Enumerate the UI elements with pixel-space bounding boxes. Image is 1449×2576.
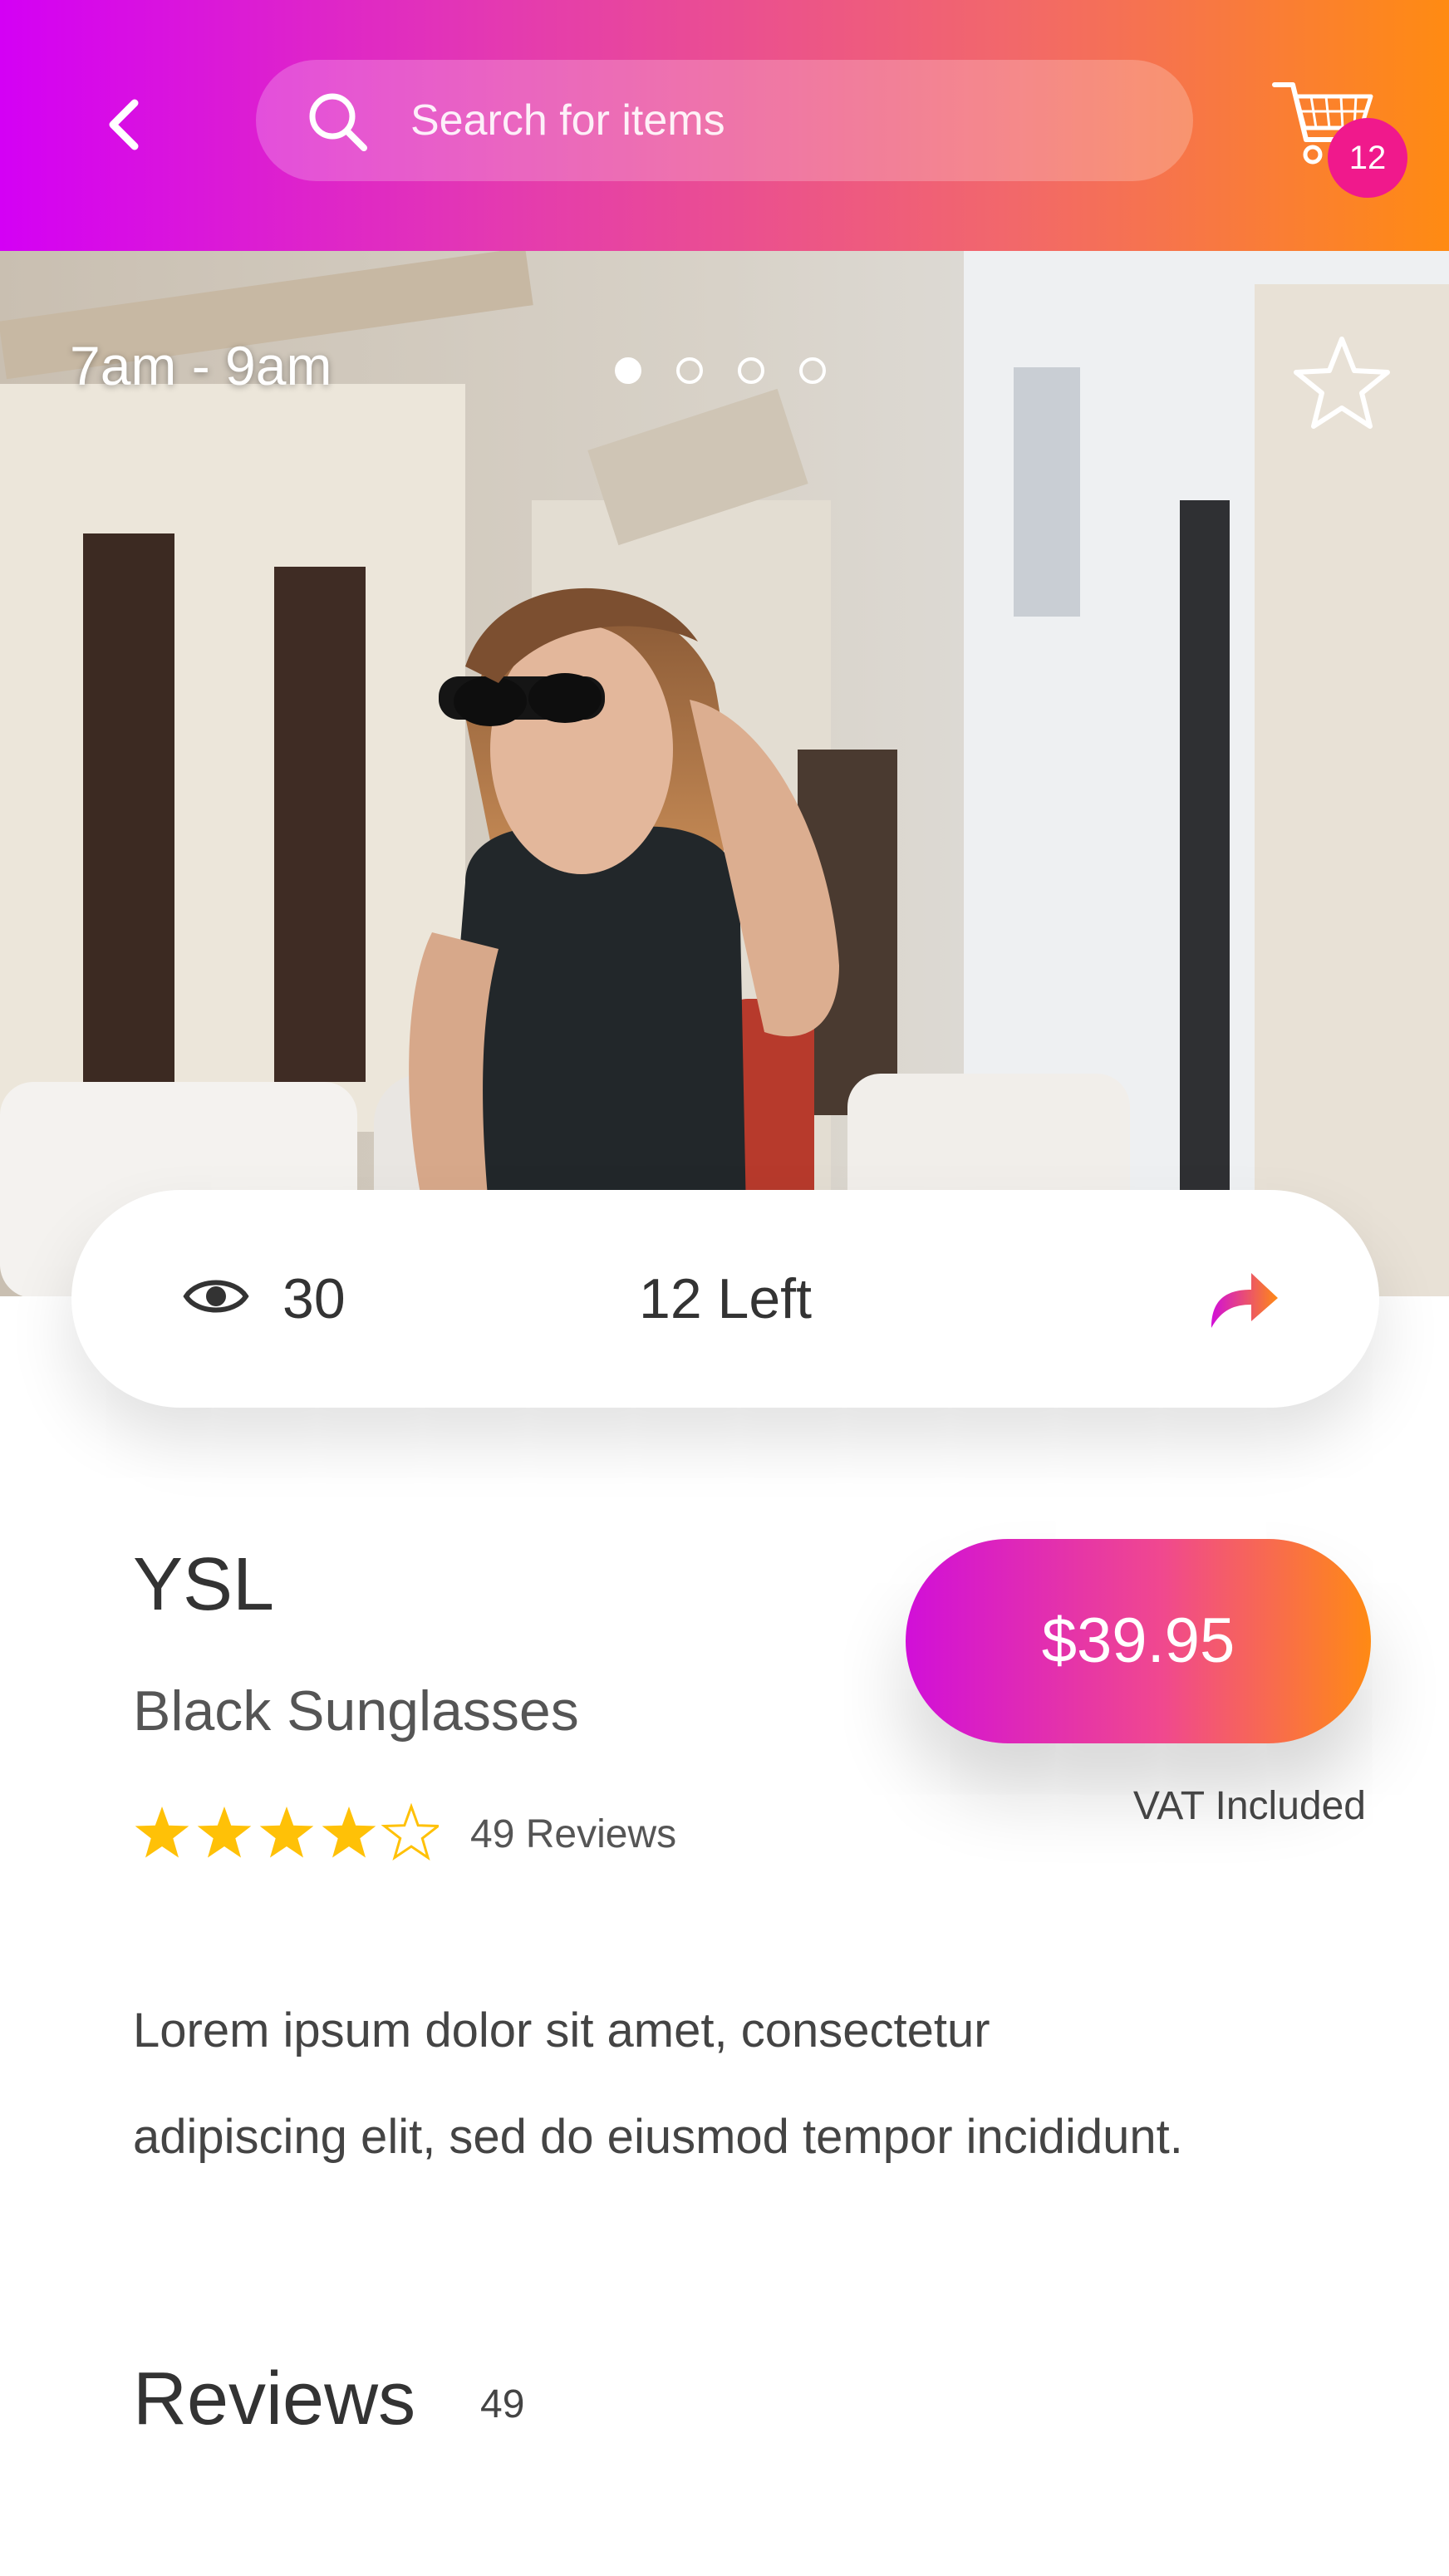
cart-count-badge: 12	[1328, 118, 1407, 198]
carousel-dot-2[interactable]	[676, 357, 703, 384]
favorite-star-icon[interactable]	[1288, 331, 1396, 439]
product-photo	[0, 251, 1449, 1296]
search-icon	[309, 93, 367, 151]
stock-left-label: 12 Left	[639, 1267, 812, 1330]
product-brand: YSL	[133, 1543, 275, 1626]
reviews-heading-count: 49	[480, 2382, 525, 2426]
time-range-label: 7am - 9am	[70, 335, 332, 396]
app-header: Search for items 12	[0, 0, 1449, 251]
back-arrow-icon[interactable]	[91, 91, 158, 158]
search-input[interactable]: Search for items	[256, 60, 1193, 181]
star-filled-icon	[135, 1807, 189, 1858]
rating-stars	[135, 1803, 439, 1861]
reviews-heading: Reviews	[133, 2357, 416, 2441]
star-filled-icon	[259, 1807, 314, 1858]
search-placeholder: Search for items	[410, 96, 725, 145]
product-description: Lorem ipsum dolor sit amet, consectetur …	[133, 1978, 1363, 2190]
description-line: adipiscing elit, sed do eiusmod tempor i…	[133, 2110, 1183, 2164]
product-stats-bar: 30 12 Left	[71, 1190, 1379, 1408]
product-name: Black Sunglasses	[133, 1679, 579, 1743]
carousel-dot-3[interactable]	[738, 357, 764, 384]
description-line: Lorem ipsum dolor sit amet, consectetur	[133, 2003, 990, 2057]
carousel-dot-1[interactable]	[615, 357, 641, 384]
product-image-carousel[interactable]: 7am - 9am	[0, 251, 1449, 1296]
carousel-dot-4[interactable]	[799, 357, 826, 384]
price-button[interactable]: $39.95	[906, 1539, 1371, 1743]
reviews-count-label[interactable]: 49 Reviews	[470, 1812, 676, 1857]
share-icon[interactable]	[1203, 1261, 1283, 1336]
star-empty-icon	[381, 1803, 439, 1861]
star-filled-icon	[322, 1807, 376, 1858]
carousel-pagination	[615, 357, 826, 391]
star-filled-icon	[197, 1807, 252, 1858]
vat-note: VAT Included	[1132, 1784, 1366, 1828]
